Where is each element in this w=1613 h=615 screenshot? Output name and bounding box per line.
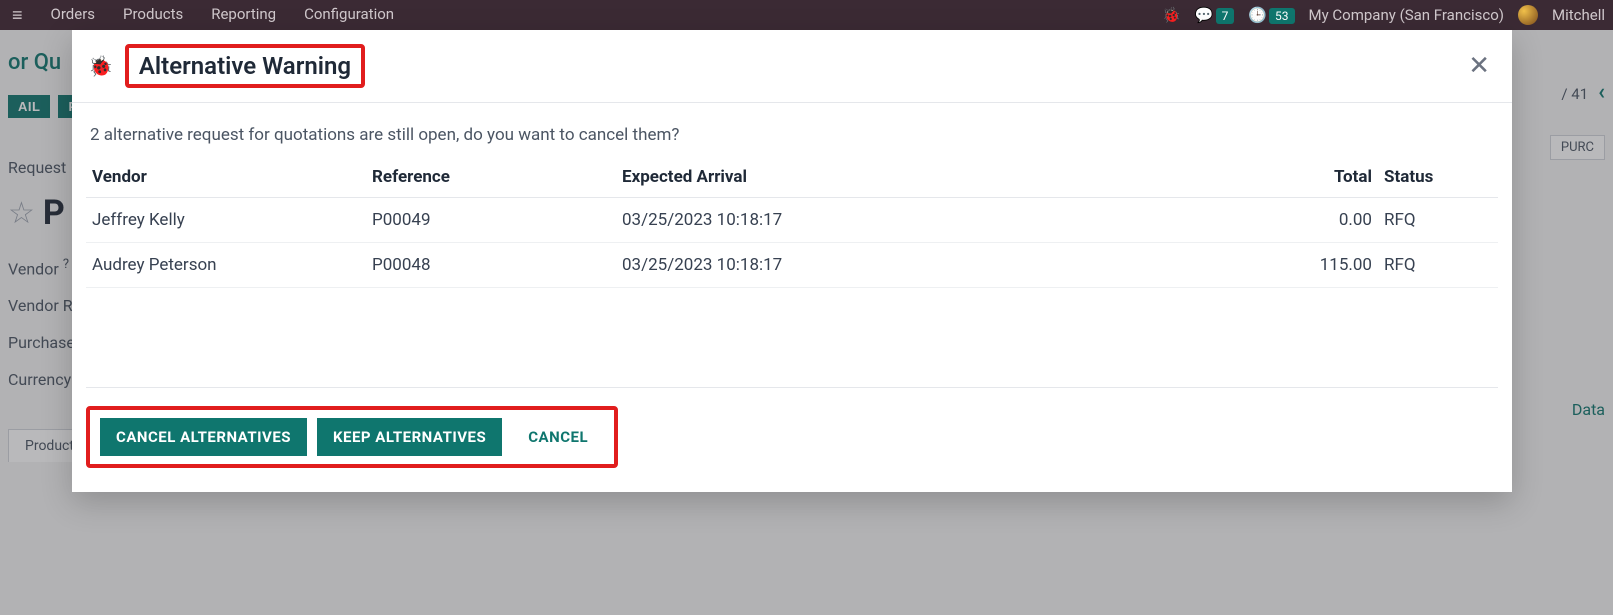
- cell-vendor: Jeffrey Kelly: [86, 198, 366, 243]
- modal-title-highlight: Alternative Warning: [125, 44, 365, 88]
- col-expected: Expected Arrival: [616, 159, 1258, 198]
- cell-status: RFQ: [1378, 198, 1498, 243]
- col-total: Total: [1258, 159, 1378, 198]
- cell-status: RFQ: [1378, 243, 1498, 288]
- activities-count: 53: [1269, 8, 1295, 24]
- cancel-button[interactable]: CANCEL: [512, 418, 604, 456]
- top-navbar: ≡ Orders Products Reporting Configuratio…: [0, 0, 1613, 30]
- nav-orders[interactable]: Orders: [51, 5, 96, 26]
- alternative-warning-modal: 🐞 Alternative Warning ✕ 2 alternative re…: [72, 30, 1512, 492]
- avatar[interactable]: [1518, 5, 1538, 25]
- close-icon[interactable]: ✕: [1468, 53, 1490, 79]
- activities-icon[interactable]: 🕒53: [1248, 6, 1294, 24]
- company-name[interactable]: My Company (San Francisco): [1309, 6, 1504, 24]
- keep-alternatives-button[interactable]: KEEP ALTERNATIVES: [317, 418, 502, 456]
- nav-right: 🐞 💬7 🕒53 My Company (San Francisco) Mitc…: [1162, 5, 1605, 25]
- bug-icon[interactable]: 🐞: [1162, 6, 1181, 24]
- modal-title: Alternative Warning: [129, 48, 361, 84]
- cell-expected: 03/25/2023 10:18:17: [616, 243, 1258, 288]
- footer-actions-highlight: CANCEL ALTERNATIVES KEEP ALTERNATIVES CA…: [86, 406, 618, 468]
- app-switcher-icon[interactable]: ≡: [12, 5, 23, 26]
- col-status: Status: [1378, 159, 1498, 198]
- alternatives-table: Vendor Reference Expected Arrival Total …: [86, 159, 1498, 288]
- col-vendor: Vendor: [86, 159, 366, 198]
- bug-icon[interactable]: 🐞: [88, 54, 113, 78]
- modal-message: 2 alternative request for quotations are…: [86, 125, 1498, 145]
- user-name[interactable]: Mitchell: [1552, 6, 1605, 24]
- nav-products[interactable]: Products: [123, 5, 183, 26]
- table-row[interactable]: Audrey Peterson P00048 03/25/2023 10:18:…: [86, 243, 1498, 288]
- modal-footer: CANCEL ALTERNATIVES KEEP ALTERNATIVES CA…: [72, 388, 1512, 492]
- cell-total: 115.00: [1258, 243, 1378, 288]
- messages-icon[interactable]: 💬7: [1195, 6, 1234, 24]
- messages-count: 7: [1216, 8, 1235, 24]
- nav-reporting[interactable]: Reporting: [211, 5, 276, 26]
- table-row[interactable]: Jeffrey Kelly P00049 03/25/2023 10:18:17…: [86, 198, 1498, 243]
- cancel-alternatives-button[interactable]: CANCEL ALTERNATIVES: [100, 418, 307, 456]
- modal-header: 🐞 Alternative Warning ✕: [72, 30, 1512, 103]
- cell-total: 0.00: [1258, 198, 1378, 243]
- nav-left: ≡ Orders Products Reporting Configuratio…: [8, 5, 394, 26]
- cell-vendor: Audrey Peterson: [86, 243, 366, 288]
- table-header-row: Vendor Reference Expected Arrival Total …: [86, 159, 1498, 198]
- cell-reference: P00049: [366, 198, 616, 243]
- cell-expected: 03/25/2023 10:18:17: [616, 198, 1258, 243]
- modal-body: 2 alternative request for quotations are…: [72, 103, 1512, 298]
- cell-reference: P00048: [366, 243, 616, 288]
- modal-spacer: [86, 308, 1498, 388]
- col-reference: Reference: [366, 159, 616, 198]
- nav-configuration[interactable]: Configuration: [304, 5, 394, 26]
